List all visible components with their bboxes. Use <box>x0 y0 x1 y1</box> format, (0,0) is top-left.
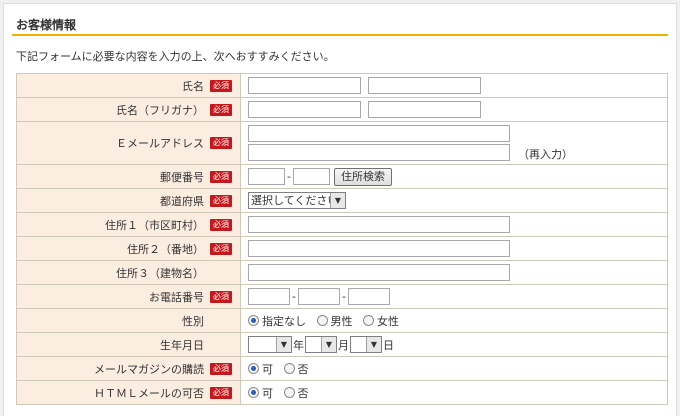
row-address3: 住所３（建物名） <box>16 260 668 285</box>
section-title: お客様情報 <box>16 18 77 32</box>
gender-option-label: 指定なし <box>262 314 306 328</box>
gender-male-radio[interactable] <box>316 315 328 326</box>
section-heading: お客様情報 <box>12 10 668 36</box>
required-badge: 必須 <box>210 79 232 92</box>
required-badge: 必須 <box>210 242 232 255</box>
address3-label: 住所３（建物名） <box>116 266 204 280</box>
customer-info-page: お客様情報 下記フォームに必要な内容を入力の上、次へおすすみください。 氏名 必須… <box>3 3 677 416</box>
required-badge: 必須 <box>210 218 232 231</box>
row-address1: 住所１（市区町村） 必須 <box>16 212 668 237</box>
row-prefecture: 都道府県 必須 選択してください ▼ <box>16 188 668 213</box>
address2-input[interactable] <box>248 240 510 257</box>
phone-first-input[interactable] <box>248 288 290 305</box>
row-address2: 住所２（番地） 必須 <box>16 236 668 261</box>
address3-input[interactable] <box>248 264 510 281</box>
month-unit: 月 <box>338 338 349 352</box>
phone-second-input[interactable] <box>298 288 340 305</box>
row-name-kana: 氏名（フリガナ） 必須 <box>16 97 668 122</box>
newsletter-label: メールマガジンの購読 <box>94 362 204 376</box>
address1-label: 住所１（市区町村） <box>105 218 204 232</box>
row-postal: 郵便番号 必須 - 住所検索 <box>16 164 668 189</box>
birthday-label: 生年月日 <box>160 338 204 352</box>
required-badge: 必須 <box>210 170 232 183</box>
row-html-mail: ＨＴＭＬメールの可否 必須 可 否 <box>16 380 668 405</box>
chevron-down-icon: ▼ <box>366 337 381 352</box>
email-input[interactable] <box>248 125 510 142</box>
customer-form-table: 氏名 必須 氏名（フリガナ） 必須 Ｅメールアドレス 必須 （再入力） 郵便番号… <box>16 73 668 405</box>
name-label: 氏名 <box>182 79 204 93</box>
last-name-kana-input[interactable] <box>248 101 361 118</box>
required-badge: 必須 <box>210 290 232 303</box>
html-mail-option-label: 可 <box>262 386 273 400</box>
required-badge: 必須 <box>210 137 232 149</box>
row-name: 氏名 必須 <box>16 73 668 98</box>
birth-day-select[interactable]: ▼ <box>350 336 382 353</box>
required-badge: 必須 <box>210 386 232 399</box>
postal-code-second-input[interactable] <box>293 168 330 185</box>
postal-separator: - <box>287 170 291 183</box>
phone-third-input[interactable] <box>348 288 390 305</box>
newsletter-option-label: 否 <box>297 362 309 376</box>
html-mail-label: ＨＴＭＬメールの可否 <box>94 386 204 400</box>
newsletter-option-label: 可 <box>262 362 273 376</box>
prefecture-label: 都道府県 <box>160 194 204 208</box>
day-unit: 日 <box>383 338 394 352</box>
chevron-down-icon: ▼ <box>321 337 336 352</box>
address1-input[interactable] <box>248 216 510 233</box>
first-name-input[interactable] <box>367 77 481 94</box>
birth-year-select[interactable]: ▼ <box>248 336 292 353</box>
gender-female-radio[interactable] <box>363 315 374 326</box>
gender-option-label: 女性 <box>377 314 399 328</box>
email-confirm-input[interactable] <box>248 144 510 161</box>
html-mail-yes-radio[interactable] <box>248 387 259 398</box>
gender-label: 性別 <box>182 314 204 328</box>
gender-none-radio[interactable] <box>248 315 259 326</box>
postal-label: 郵便番号 <box>160 170 204 184</box>
required-badge: 必須 <box>210 103 232 116</box>
postal-code-first-input[interactable] <box>248 168 285 185</box>
required-badge: 必須 <box>210 362 232 375</box>
row-newsletter: メールマガジンの購読 必須 可 否 <box>16 356 668 381</box>
newsletter-no-radio[interactable] <box>283 363 295 374</box>
row-phone: お電話番号 必須 - - <box>16 284 668 309</box>
address-search-button[interactable]: 住所検索 <box>334 167 392 186</box>
intro-text: 下記フォームに必要な内容を入力の上、次へおすすみください。 <box>16 50 335 63</box>
chevron-down-icon: ▼ <box>330 193 345 208</box>
prefecture-selected-value: 選択してください <box>251 194 339 207</box>
row-birthday: 生年月日 ▼ 年 ▼ 月 ▼ 日 <box>16 332 668 357</box>
email-reenter-note: （再入力） <box>518 148 573 161</box>
html-mail-option-label: 否 <box>297 386 309 400</box>
prefecture-select[interactable]: 選択してください ▼ <box>248 192 346 209</box>
newsletter-yes-radio[interactable] <box>248 363 259 374</box>
birth-month-select[interactable]: ▼ <box>305 336 337 353</box>
required-badge: 必須 <box>210 194 232 207</box>
address2-label: 住所２（番地） <box>127 242 204 256</box>
gender-option-label: 男性 <box>330 314 353 328</box>
year-unit: 年 <box>293 338 304 352</box>
email-label: Ｅメールアドレス <box>116 137 204 150</box>
row-gender: 性別 指定なし 男性 女性 <box>16 308 668 333</box>
html-mail-no-radio[interactable] <box>283 387 295 398</box>
phone-separator: - <box>292 290 296 303</box>
phone-separator: - <box>342 290 346 303</box>
row-email: Ｅメールアドレス 必須 （再入力） <box>16 121 668 165</box>
chevron-down-icon: ▼ <box>276 337 291 352</box>
phone-label: お電話番号 <box>149 290 204 304</box>
name-kana-label: 氏名（フリガナ） <box>116 103 204 117</box>
first-name-kana-input[interactable] <box>367 101 481 118</box>
last-name-input[interactable] <box>248 77 361 94</box>
